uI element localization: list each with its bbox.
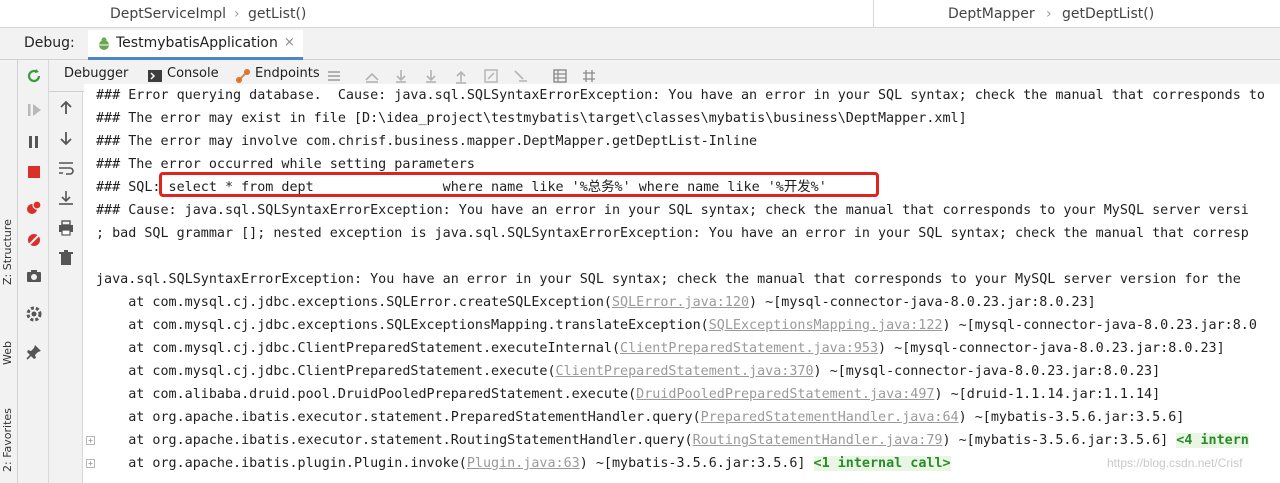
restore-layout-icon[interactable] xyxy=(326,68,342,84)
sql-highlight-box xyxy=(159,172,879,197)
debug-action-column xyxy=(18,60,49,483)
tab-debugger[interactable]: Debugger xyxy=(64,66,128,81)
scroll-to-end-icon[interactable] xyxy=(56,188,76,208)
force-step-into-icon[interactable] xyxy=(453,68,469,84)
print-icon[interactable] xyxy=(56,218,76,238)
tab-endpoints[interactable]: Endpoints xyxy=(255,66,320,81)
console-line: java.sql.SQLSyntaxErrorException: You ha… xyxy=(96,272,1241,287)
console-line: ### Error querying database. Cause: java… xyxy=(96,88,1265,103)
step-out-icon[interactable] xyxy=(483,68,499,84)
stacktrace-line: at org.apache.ibatis.executor.statement.… xyxy=(96,429,1249,452)
source-link[interactable]: Plugin.java:63 xyxy=(467,456,580,471)
left-tool-strip: Z: Structure Web 2: Favorites xyxy=(0,60,18,483)
pause-icon[interactable] xyxy=(24,132,44,152)
evaluate-expression-icon[interactable] xyxy=(581,68,597,84)
show-execution-point-icon[interactable] xyxy=(364,68,380,84)
source-link[interactable]: PreparedStatementHandler.java:64 xyxy=(701,410,959,425)
console-tool-column xyxy=(49,92,83,483)
jar-info-text: ) ~[mybatis-3.5.6.jar:3.5.6] xyxy=(942,433,1177,448)
breadcrumb-separator-icon: › xyxy=(1046,6,1052,22)
stack-frame-text: at com.mysql.cj.jdbc.exceptions.SQLError… xyxy=(96,295,612,310)
scroll-up-icon[interactable] xyxy=(56,98,76,118)
run-to-cursor-icon[interactable] xyxy=(552,68,568,84)
soft-wrap-icon[interactable] xyxy=(56,158,76,178)
console-icon xyxy=(147,68,163,84)
breadcrumb-separator-icon: › xyxy=(234,6,240,22)
stack-frame-text: at org.apache.ibatis.plugin.Plugin.invok… xyxy=(96,456,467,471)
console-line: ; bad SQL grammar []; nested exception i… xyxy=(96,226,1249,241)
spring-bug-icon xyxy=(96,36,112,56)
jar-info-text: ) ~[mysql-connector-java-8.0.23.jar:8.0.… xyxy=(813,364,1161,379)
breadcrumb-class-left[interactable]: DeptServiceImpl xyxy=(110,6,226,22)
settings-icon[interactable] xyxy=(24,304,44,324)
stack-frame-text: at com.mysql.cj.jdbc.exceptions.SQLExcep… xyxy=(96,318,709,333)
jar-info-text: ) ~[mysql-connector-java-8.0.23.jar:8.0.… xyxy=(878,341,1225,356)
stacktrace-line: at com.mysql.cj.jdbc.exceptions.SQLExcep… xyxy=(96,314,1257,337)
source-link[interactable]: RoutingStatementHandler.java:79 xyxy=(693,433,943,448)
scroll-down-icon[interactable] xyxy=(56,128,76,148)
breadcrumb-method-left[interactable]: getList() xyxy=(248,6,306,22)
editor-split-divider xyxy=(873,0,874,28)
stacktrace-line: at org.apache.ibatis.plugin.Plugin.invok… xyxy=(96,452,951,475)
stack-frame-text: at org.apache.ibatis.executor.statement.… xyxy=(96,433,693,448)
console-line: ### The error may involve com.chrisf.bus… xyxy=(96,134,758,149)
stop-icon[interactable] xyxy=(24,162,44,182)
source-link[interactable]: DruidPooledPreparedStatement.java:497 xyxy=(636,387,934,402)
breadcrumb-class-right[interactable]: DeptMapper xyxy=(948,6,1035,22)
console-gutter xyxy=(84,84,96,483)
camera-icon[interactable] xyxy=(24,266,44,286)
step-into-icon[interactable] xyxy=(423,68,439,84)
source-link[interactable]: ClientPreparedStatement.java:370 xyxy=(556,364,814,379)
console-line: ### Cause: java.sql.SQLSyntaxErrorExcept… xyxy=(96,203,1249,218)
clear-icon[interactable] xyxy=(56,248,76,268)
close-icon[interactable]: × xyxy=(284,35,295,50)
mute-breakpoints-icon[interactable] xyxy=(24,230,44,250)
pin-icon[interactable] xyxy=(24,342,44,362)
stacktrace-line: at com.mysql.cj.jdbc.ClientPreparedState… xyxy=(96,337,1225,360)
stack-frame-text: at org.apache.ibatis.executor.statement.… xyxy=(96,410,701,425)
stacktrace-line: at com.mysql.cj.jdbc.ClientPreparedState… xyxy=(96,360,1160,383)
fold-toggle-icon[interactable]: + xyxy=(86,459,95,468)
resume-icon[interactable] xyxy=(24,100,44,120)
rerun-icon[interactable] xyxy=(24,66,44,86)
jar-info-text: ) ~[mybatis-3.5.6.jar:3.5.6] xyxy=(958,410,1185,425)
view-breakpoints-icon[interactable] xyxy=(24,198,44,218)
editor-breadcrumbs: DeptServiceImpl › getList() DeptMapper ›… xyxy=(0,0,1280,28)
source-link[interactable]: SQLExceptionsMapping.java:122 xyxy=(709,318,943,333)
debug-header: Debug: TestmybatisApplication × xyxy=(0,28,1280,60)
debug-label: Debug: xyxy=(24,35,75,51)
source-link[interactable]: ClientPreparedStatement.java:953 xyxy=(620,341,878,356)
watermark: https://blog.csdn.net/Crisf xyxy=(1107,456,1243,470)
stacktrace-line: at org.apache.ibatis.executor.statement.… xyxy=(96,406,1184,429)
console-line: ### The error may exist in file [D:\idea… xyxy=(96,111,967,126)
jar-info-text: ) ~[mysql-connector-java-8.0.23.jar:8.0.… xyxy=(749,295,1096,310)
stack-frame-text: at com.alibaba.druid.pool.DruidPooledPre… xyxy=(96,387,637,402)
tab-console[interactable]: Console xyxy=(167,66,219,81)
stack-frame-text: at com.mysql.cj.jdbc.ClientPreparedState… xyxy=(96,341,621,356)
stacktrace-line: at com.mysql.cj.jdbc.exceptions.SQLError… xyxy=(96,291,1096,314)
stack-frame-text: at com.mysql.cj.jdbc.ClientPreparedState… xyxy=(96,364,556,379)
tab-run-configuration[interactable]: TestmybatisApplication × xyxy=(88,30,303,60)
internal-calls-badge[interactable]: <4 intern xyxy=(1176,433,1249,448)
jar-info-text: ) ~[mybatis-3.5.6.jar:3.5.6] xyxy=(579,456,814,471)
breadcrumb-method-right[interactable]: getDeptList() xyxy=(1062,6,1154,22)
fold-toggle-icon[interactable]: + xyxy=(86,436,95,445)
drop-frame-icon[interactable] xyxy=(513,68,529,84)
jar-info-text: ) ~[druid-1.1.14.jar:1.1.14] xyxy=(934,387,1161,402)
internal-calls-badge[interactable]: <1 internal call> xyxy=(813,456,951,471)
endpoints-icon xyxy=(235,68,251,84)
source-link[interactable]: SQLError.java:120 xyxy=(612,295,749,310)
jar-info-text: ) ~[mysql-connector-java-8.0.23.jar:8.0 xyxy=(942,318,1257,333)
run-config-name: TestmybatisApplication xyxy=(116,35,278,51)
console-output[interactable]: ### Error querying database. Cause: java… xyxy=(84,84,1280,483)
stacktrace-line: at com.alibaba.druid.pool.DruidPooledPre… xyxy=(96,383,1160,406)
step-over-icon[interactable] xyxy=(393,68,409,84)
